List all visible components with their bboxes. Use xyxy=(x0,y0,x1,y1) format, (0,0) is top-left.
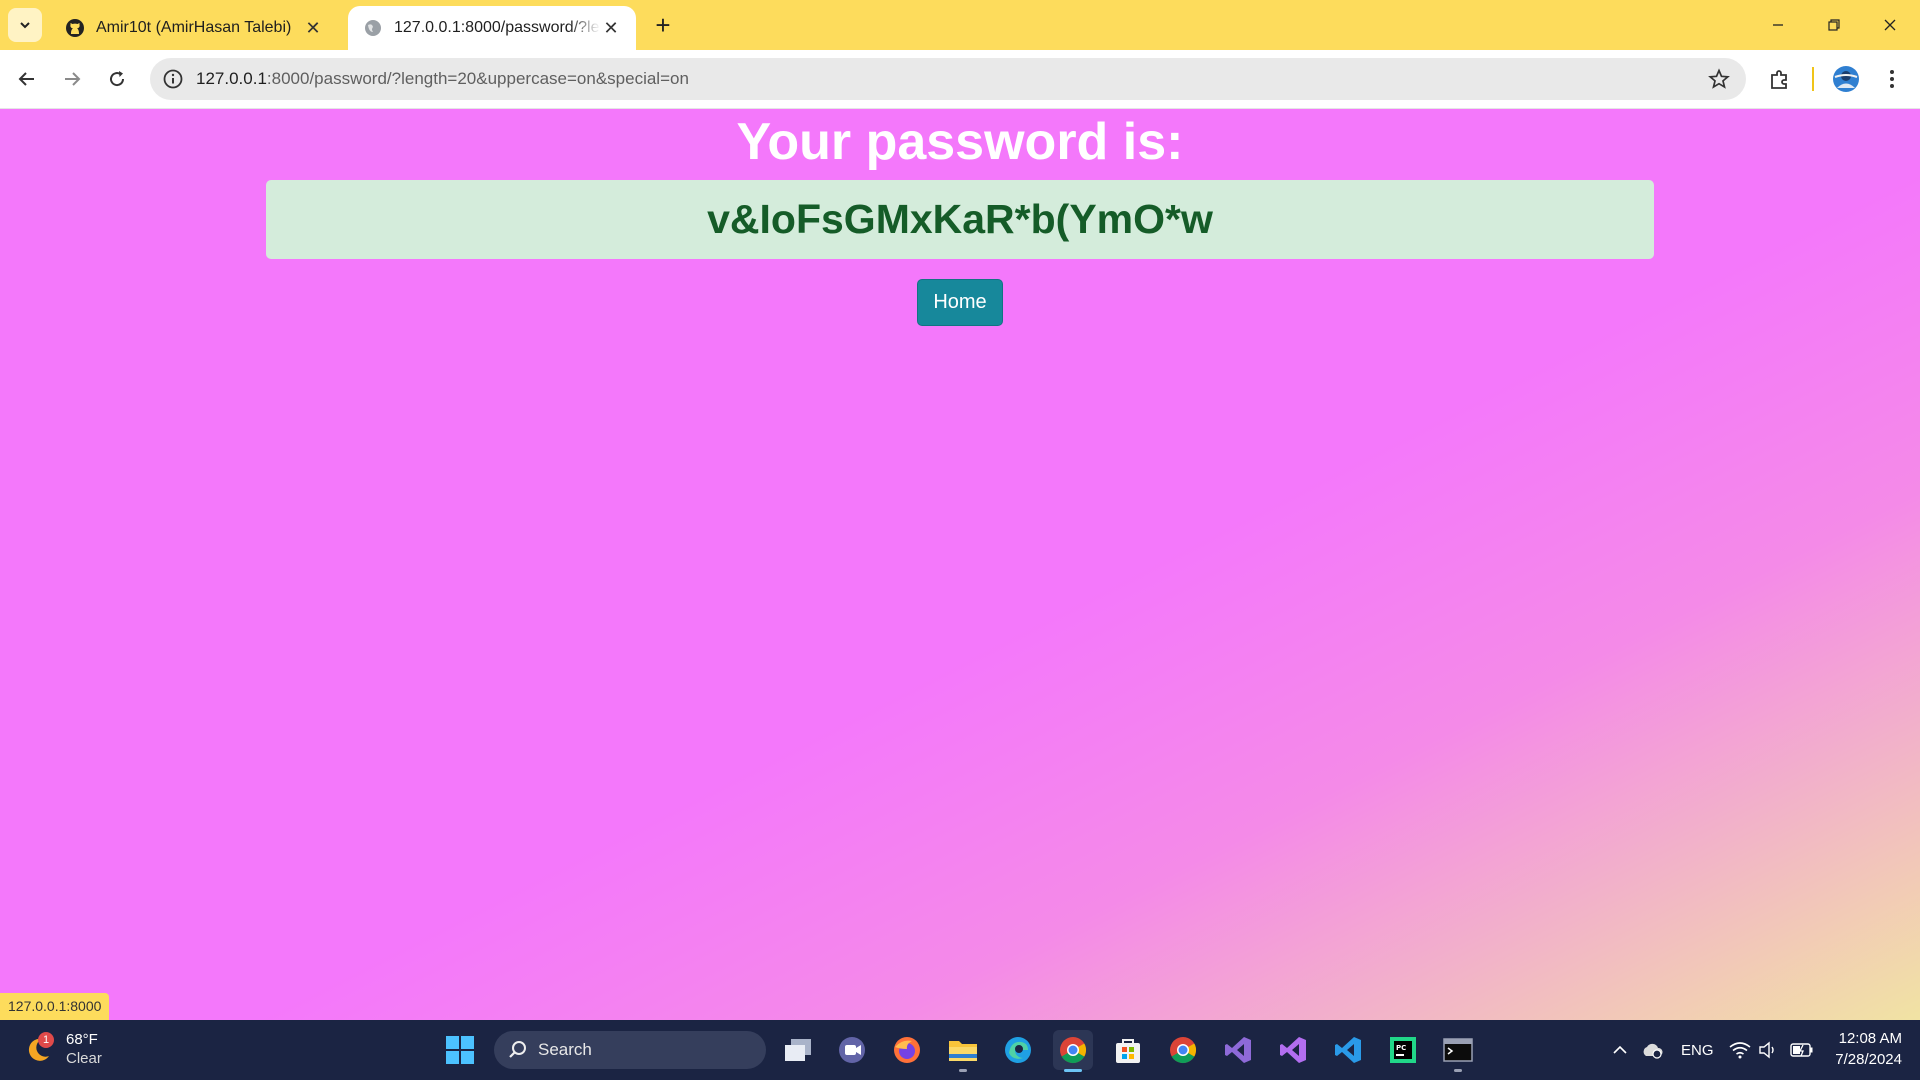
close-window-button[interactable] xyxy=(1862,0,1918,50)
extensions-button[interactable] xyxy=(1764,63,1796,95)
terminal-app[interactable] xyxy=(1438,1030,1478,1072)
restore-button[interactable] xyxy=(1806,0,1862,50)
wifi-tray[interactable] xyxy=(1729,1020,1751,1080)
minimize-icon xyxy=(1773,24,1783,26)
page-content: Your password is: v&IoFsGMxKaR*b(YmO*w H… xyxy=(0,109,1920,1020)
more-vert-icon xyxy=(1890,70,1894,88)
task-view-icon xyxy=(785,1039,811,1061)
svg-text:PC: PC xyxy=(1396,1044,1406,1052)
status-bar-url: 127.0.0.1:8000 xyxy=(0,993,110,1020)
teams-chat-app[interactable] xyxy=(832,1030,872,1070)
firefox-app[interactable] xyxy=(887,1030,927,1070)
wifi-icon xyxy=(1729,1042,1751,1059)
weather-widget[interactable]: 1 68°F Clear xyxy=(24,1030,114,1070)
close-tab-icon[interactable]: ✕ xyxy=(302,17,324,39)
chat-icon xyxy=(839,1037,865,1063)
tab-title: 127.0.0.1:8000/password/?length=20&upper… xyxy=(394,19,600,36)
chevron-up-icon xyxy=(1613,1045,1627,1054)
search-icon xyxy=(509,1041,526,1058)
store-icon xyxy=(1116,1039,1140,1063)
reload-button[interactable] xyxy=(100,62,134,96)
avatar xyxy=(1833,66,1859,92)
visual-studio-icon xyxy=(1225,1037,1251,1063)
weather-temp: 68°F xyxy=(66,1031,98,1048)
language-indicator[interactable]: ENG xyxy=(1681,1020,1714,1080)
chrome-icon xyxy=(1170,1037,1197,1064)
visual-studio-app[interactable] xyxy=(1218,1030,1258,1070)
url-text: 127.0.0.1:8000/password/?length=20&upper… xyxy=(196,69,689,89)
visual-studio-2-app[interactable] xyxy=(1273,1030,1313,1070)
forward-button[interactable] xyxy=(55,62,89,96)
tab-strip: Amir10t (AmirHasan Talebi) ✕ 127.0.0.1:8… xyxy=(0,0,1920,50)
globe-icon xyxy=(362,17,384,39)
chrome-app[interactable] xyxy=(1163,1030,1203,1070)
toolbar-divider xyxy=(1812,67,1814,91)
running-indicator xyxy=(959,1069,967,1072)
show-hidden-icons-button[interactable] xyxy=(1612,1020,1628,1080)
page-title: Your password is: xyxy=(736,113,1184,171)
back-button[interactable] xyxy=(10,62,44,96)
edge-app[interactable] xyxy=(998,1030,1038,1070)
battery-tray[interactable] xyxy=(1790,1020,1814,1080)
microsoft-store-app[interactable] xyxy=(1108,1030,1148,1070)
volume-tray[interactable] xyxy=(1758,1020,1778,1080)
windows-taskbar: 1 68°F Clear Search PC ENG 12:08 AM 7/28… xyxy=(0,1020,1920,1080)
github-icon xyxy=(64,17,86,39)
vscode-icon xyxy=(1335,1037,1361,1063)
tab-search-button[interactable] xyxy=(8,8,42,42)
chrome-icon xyxy=(1060,1037,1087,1064)
reload-icon xyxy=(110,71,125,87)
notification-badge: 1 xyxy=(38,1032,54,1048)
tab-title: Amir10t (AmirHasan Talebi) xyxy=(96,19,292,36)
running-indicator xyxy=(1064,1069,1082,1072)
bookmark-star-icon[interactable] xyxy=(1708,68,1730,90)
folder-icon xyxy=(949,1041,977,1061)
chrome-app-active[interactable] xyxy=(1053,1030,1093,1072)
home-button[interactable]: Home xyxy=(917,279,1003,326)
visual-studio-icon xyxy=(1280,1037,1306,1063)
vscode-app[interactable] xyxy=(1328,1030,1368,1070)
battery-charging-icon xyxy=(1790,1043,1813,1057)
password-text: v&IoFsGMxKaR*b(YmO*w xyxy=(707,196,1213,242)
firefox-icon xyxy=(894,1037,920,1063)
onedrive-tray[interactable] xyxy=(1640,1020,1664,1080)
new-tab-button[interactable]: + xyxy=(650,10,676,40)
site-info-icon[interactable] xyxy=(162,68,184,90)
running-indicator xyxy=(1454,1069,1462,1072)
pycharm-icon: PC xyxy=(1390,1037,1416,1063)
pycharm-app[interactable]: PC xyxy=(1383,1030,1423,1070)
tab-github[interactable]: Amir10t (AmirHasan Talebi) ✕ xyxy=(50,6,338,50)
task-view-button[interactable] xyxy=(778,1030,818,1070)
cloud-icon xyxy=(1643,1043,1663,1059)
restore-icon xyxy=(1828,19,1840,31)
minimize-button[interactable] xyxy=(1750,0,1806,50)
search-label: Search xyxy=(538,1040,592,1059)
puzzle-icon xyxy=(1771,70,1787,89)
file-explorer-app[interactable] xyxy=(943,1030,983,1072)
clock-time: 12:08 AM xyxy=(1838,1030,1902,1047)
profile-button[interactable] xyxy=(1830,63,1862,95)
browser-menu-button[interactable] xyxy=(1876,63,1908,95)
taskbar-search[interactable]: Search xyxy=(494,1031,766,1069)
browser-toolbar: 127.0.0.1:8000/password/?length=20&upper… xyxy=(0,50,1920,109)
url-path: :8000/password/?length=20&uppercase=on&s… xyxy=(266,69,689,88)
clock-date: 7/28/2024 xyxy=(1835,1051,1902,1068)
chevron-down-icon xyxy=(20,22,30,29)
system-clock[interactable]: 12:08 AM 7/28/2024 xyxy=(1835,1028,1902,1070)
tab-password[interactable]: 127.0.0.1:8000/password/?length=20&upper… xyxy=(348,6,636,50)
url-host: 127.0.0.1 xyxy=(196,69,267,88)
arrow-left-icon xyxy=(18,72,34,86)
address-bar[interactable]: 127.0.0.1:8000/password/?length=20&upper… xyxy=(150,58,1746,100)
close-icon xyxy=(1884,19,1896,31)
start-button[interactable] xyxy=(440,1030,480,1070)
password-display: v&IoFsGMxKaR*b(YmO*w xyxy=(266,180,1654,259)
arrow-right-icon xyxy=(65,72,81,86)
edge-icon xyxy=(1005,1037,1031,1063)
close-tab-icon[interactable]: ✕ xyxy=(600,17,622,39)
weather-condition: Clear xyxy=(66,1050,102,1067)
speaker-icon xyxy=(1759,1041,1774,1059)
windows-logo-icon xyxy=(446,1036,474,1064)
terminal-icon xyxy=(1443,1038,1473,1062)
